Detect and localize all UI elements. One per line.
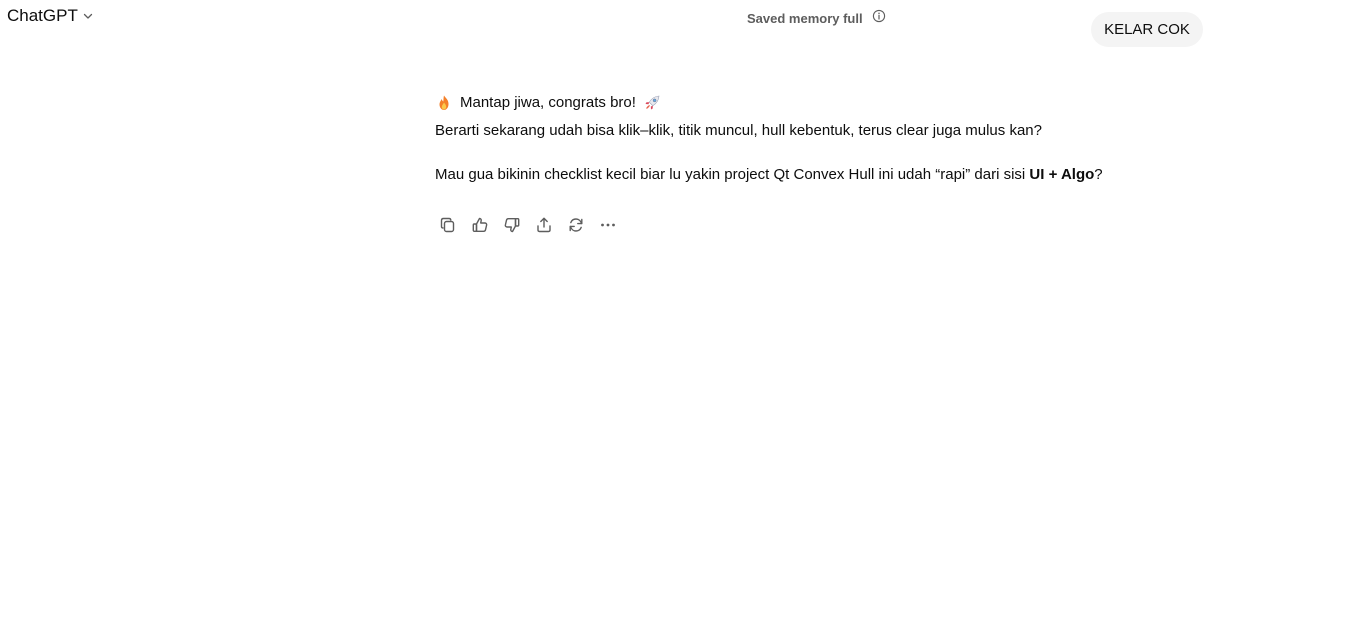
thumbs-up-icon <box>471 216 489 234</box>
fire-emoji-icon <box>435 94 453 112</box>
assistant-paragraph-2-bold: UI + Algo <box>1029 166 1095 183</box>
share-button[interactable] <box>528 211 560 239</box>
more-actions-button[interactable] <box>592 211 624 239</box>
more-horizontal-icon <box>599 216 617 234</box>
model-selector[interactable]: ChatGPT <box>7 6 94 26</box>
assistant-line-1-text: Mantap jiwa, congrats bro! <box>460 94 636 111</box>
refresh-icon <box>567 216 585 234</box>
memory-notice-text: Saved memory full <box>747 10 863 26</box>
assistant-message: Mantap jiwa, congrats bro! Berarti sekar… <box>435 92 1195 186</box>
regenerate-button[interactable] <box>560 211 592 239</box>
user-message-bubble: KELAR COK <box>1091 12 1203 47</box>
assistant-line-1: Mantap jiwa, congrats bro! <box>435 92 1195 114</box>
assistant-paragraph-2: Mau gua bikinin checklist kecil biar lu … <box>435 164 1195 186</box>
share-icon <box>535 216 553 234</box>
chat-window: ChatGPT Saved memory full KELAR COK Mant… <box>0 0 1355 622</box>
copy-button[interactable] <box>432 211 464 239</box>
thumbs-down-icon <box>503 216 521 234</box>
user-message-text: KELAR COK <box>1104 21 1190 38</box>
copy-icon <box>439 216 457 234</box>
bad-response-button[interactable] <box>496 211 528 239</box>
assistant-paragraph-2-suffix: ? <box>1094 166 1103 183</box>
message-action-bar <box>432 211 624 239</box>
memory-notice: Saved memory full <box>747 9 886 26</box>
assistant-line-2: Berarti sekarang udah bisa klik–klik, ti… <box>435 122 1042 139</box>
info-icon[interactable] <box>872 9 886 26</box>
good-response-button[interactable] <box>464 211 496 239</box>
chevron-down-icon <box>82 10 94 22</box>
rocket-emoji-icon <box>643 94 661 112</box>
assistant-paragraph-2-prefix: Mau gua bikinin checklist kecil biar lu … <box>435 166 1030 183</box>
model-name: ChatGPT <box>7 6 78 25</box>
